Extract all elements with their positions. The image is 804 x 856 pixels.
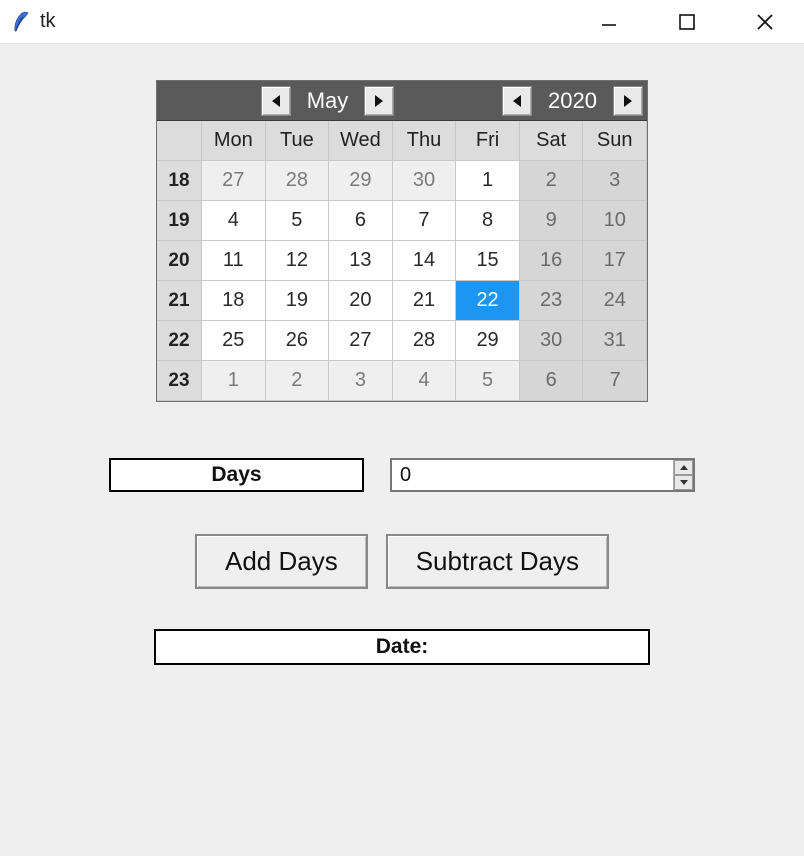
week-number: 23 xyxy=(157,361,202,401)
day-cell[interactable]: 28 xyxy=(266,161,330,201)
day-cell[interactable]: 4 xyxy=(202,201,266,241)
triangle-right-icon xyxy=(624,95,632,107)
days-label-box: Days xyxy=(109,458,364,492)
day-cell[interactable]: 5 xyxy=(456,361,520,401)
day-header: Wed xyxy=(329,121,393,161)
day-cell[interactable]: 7 xyxy=(583,361,647,401)
day-cell[interactable]: 27 xyxy=(202,161,266,201)
day-cell[interactable]: 2 xyxy=(520,161,584,201)
day-cell[interactable]: 19 xyxy=(266,281,330,321)
year-label: 2020 xyxy=(536,88,609,114)
prev-month-button[interactable] xyxy=(261,86,291,116)
window-titlebar: tk xyxy=(0,0,804,44)
day-cell[interactable]: 30 xyxy=(520,321,584,361)
day-cell[interactable]: 8 xyxy=(456,201,520,241)
day-cell[interactable]: 1 xyxy=(456,161,520,201)
day-cell[interactable]: 2 xyxy=(266,361,330,401)
day-cell[interactable]: 16 xyxy=(520,241,584,281)
day-cell[interactable]: 5 xyxy=(266,201,330,241)
week-number: 22 xyxy=(157,321,202,361)
calendar-corner xyxy=(157,121,202,161)
days-spin-input[interactable] xyxy=(392,460,673,490)
triangle-right-icon xyxy=(375,95,383,107)
maximize-button[interactable] xyxy=(648,0,726,43)
spin-up-button[interactable] xyxy=(674,460,693,475)
days-row: Days xyxy=(109,458,695,492)
triangle-down-icon xyxy=(680,480,688,485)
minimize-button[interactable] xyxy=(570,0,648,43)
day-cell[interactable]: 6 xyxy=(520,361,584,401)
day-cell[interactable]: 1 xyxy=(202,361,266,401)
day-cell[interactable]: 22 xyxy=(456,281,520,321)
day-cell[interactable]: 17 xyxy=(583,241,647,281)
day-header: Sat xyxy=(520,121,584,161)
day-cell[interactable]: 28 xyxy=(393,321,457,361)
day-cell[interactable]: 14 xyxy=(393,241,457,281)
spin-down-button[interactable] xyxy=(674,475,693,490)
triangle-up-icon xyxy=(680,465,688,470)
calendar-header: May 2020 xyxy=(157,81,647,121)
date-output-label: Date: xyxy=(376,635,429,659)
day-cell[interactable]: 26 xyxy=(266,321,330,361)
window-controls xyxy=(570,0,804,43)
subtract-days-button[interactable]: Subtract Days xyxy=(386,534,609,589)
day-cell[interactable]: 11 xyxy=(202,241,266,281)
day-cell[interactable]: 30 xyxy=(393,161,457,201)
day-cell[interactable]: 27 xyxy=(329,321,393,361)
day-header: Sun xyxy=(583,121,647,161)
triangle-left-icon xyxy=(272,95,280,107)
tk-feather-icon xyxy=(10,11,32,33)
date-output-box: Date: xyxy=(154,629,650,665)
window-title: tk xyxy=(40,10,56,33)
day-header: Fri xyxy=(456,121,520,161)
spin-buttons xyxy=(673,460,693,490)
day-cell[interactable]: 12 xyxy=(266,241,330,281)
week-number: 21 xyxy=(157,281,202,321)
client-area: May 2020 MonTueWedThuFriSatSun1827282930… xyxy=(0,44,804,856)
calendar-grid: MonTueWedThuFriSatSun1827282930123194567… xyxy=(157,121,647,401)
day-cell[interactable]: 25 xyxy=(202,321,266,361)
days-label: Days xyxy=(211,463,261,487)
day-cell[interactable]: 7 xyxy=(393,201,457,241)
day-cell[interactable]: 3 xyxy=(329,361,393,401)
day-cell[interactable]: 13 xyxy=(329,241,393,281)
month-label: May xyxy=(295,88,361,114)
day-cell[interactable]: 21 xyxy=(393,281,457,321)
buttons-row: Add Days Subtract Days xyxy=(195,534,609,589)
week-number: 20 xyxy=(157,241,202,281)
day-cell[interactable]: 3 xyxy=(583,161,647,201)
day-header: Tue xyxy=(266,121,330,161)
days-spinbox[interactable] xyxy=(390,458,695,492)
day-cell[interactable]: 29 xyxy=(329,161,393,201)
calendar-widget: May 2020 MonTueWedThuFriSatSun1827282930… xyxy=(156,80,648,402)
day-cell[interactable]: 24 xyxy=(583,281,647,321)
close-button[interactable] xyxy=(726,0,804,43)
day-cell[interactable]: 23 xyxy=(520,281,584,321)
prev-year-button[interactable] xyxy=(502,86,532,116)
next-month-button[interactable] xyxy=(364,86,394,116)
day-cell[interactable]: 4 xyxy=(393,361,457,401)
day-cell[interactable]: 15 xyxy=(456,241,520,281)
week-number: 19 xyxy=(157,201,202,241)
day-cell[interactable]: 18 xyxy=(202,281,266,321)
day-cell[interactable]: 20 xyxy=(329,281,393,321)
day-cell[interactable]: 10 xyxy=(583,201,647,241)
add-days-button[interactable]: Add Days xyxy=(195,534,368,589)
day-cell[interactable]: 31 xyxy=(583,321,647,361)
day-header: Mon xyxy=(202,121,266,161)
next-year-button[interactable] xyxy=(613,86,643,116)
day-cell[interactable]: 6 xyxy=(329,201,393,241)
day-cell[interactable]: 29 xyxy=(456,321,520,361)
day-header: Thu xyxy=(393,121,457,161)
day-cell[interactable]: 9 xyxy=(520,201,584,241)
triangle-left-icon xyxy=(513,95,521,107)
week-number: 18 xyxy=(157,161,202,201)
